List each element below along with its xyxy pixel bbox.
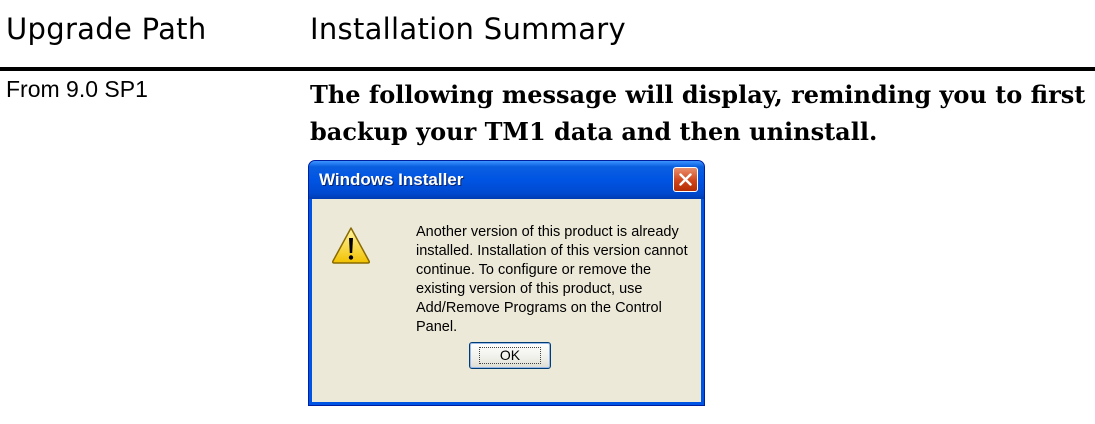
installation-summary-text: The following message will display, remi… xyxy=(310,80,1086,146)
close-button[interactable] xyxy=(673,167,698,192)
column-header-installation-summary: Installation Summary xyxy=(310,12,626,46)
upgrade-path-cell: From 9.0 SP1 xyxy=(6,76,148,102)
windows-installer-dialog: Windows Installer Another version of thi… xyxy=(308,160,705,406)
ok-button-label: OK xyxy=(478,347,542,364)
ok-button[interactable]: OK xyxy=(469,342,551,369)
dialog-titlebar[interactable]: Windows Installer xyxy=(309,161,704,199)
warning-icon xyxy=(331,227,371,264)
dialog-body: Another version of this product is alrea… xyxy=(312,199,701,402)
close-icon xyxy=(679,173,692,186)
header-divider xyxy=(0,67,1095,71)
dialog-title: Windows Installer xyxy=(319,170,464,189)
column-header-upgrade-path: Upgrade Path xyxy=(6,12,207,46)
dialog-message: Another version of this product is alrea… xyxy=(416,224,688,335)
